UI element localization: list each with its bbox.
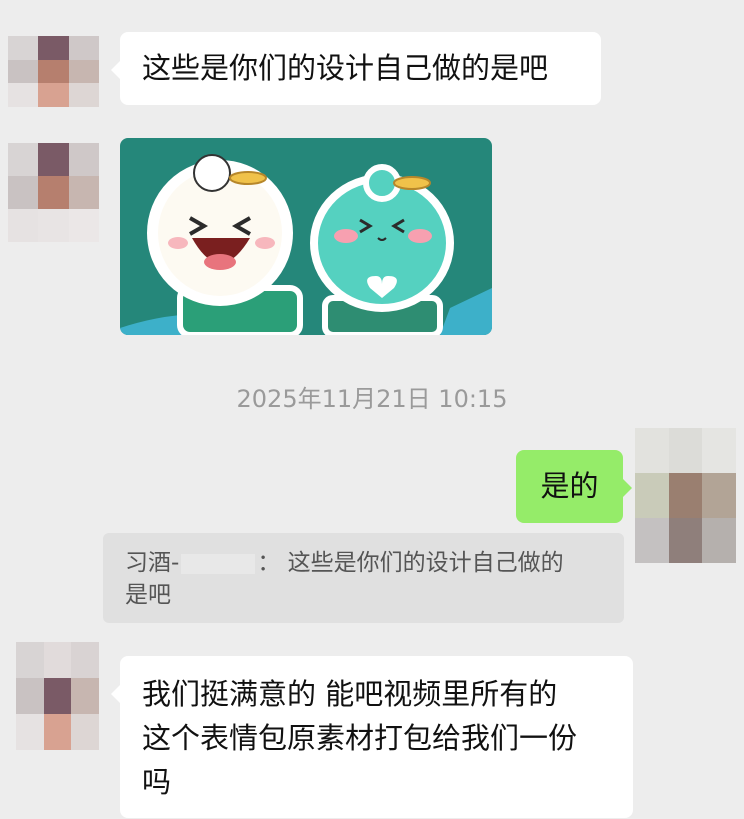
message-bubble-outgoing[interactable]: 是的 [516,450,632,523]
message-text: 这个表情包原素材打包给我们一份 [142,721,578,755]
contact-avatar[interactable] [8,36,99,107]
message-bubble-incoming[interactable]: 这些是你们的设计自己做的是吧 [111,32,601,105]
contact-avatar[interactable] [16,642,99,750]
quote-line: 习酒- ： 这些是你们的设计自己做的 [125,547,602,579]
contact-avatar[interactable] [8,143,99,242]
message-bubble-incoming[interactable]: 我们挺满意的 能吧视频里所有的 这个表情包原素材打包给我们一份 吗 [111,656,633,818]
message-text: 我们挺满意的 能吧视频里所有的 [142,677,558,711]
message-text: 是的 [540,469,599,503]
quote-text: 这些是你们的设计自己做的 [287,550,564,576]
masked-name [181,553,256,574]
quote-separator: ： [257,550,281,576]
quote-sender: 习酒- [125,550,180,576]
message-text: 这些是你们的设计自己做的是吧 [142,51,549,85]
message-text: 吗 [142,765,172,799]
timestamp-divider: 2025年11月21日 10:15 [236,385,508,413]
sticker-image[interactable] [120,138,492,335]
quote-text-cont: 是吧 [125,582,171,608]
quoted-message[interactable]: 习酒- ： 这些是你们的设计自己做的 是吧 [103,533,624,623]
my-avatar[interactable] [635,428,736,563]
